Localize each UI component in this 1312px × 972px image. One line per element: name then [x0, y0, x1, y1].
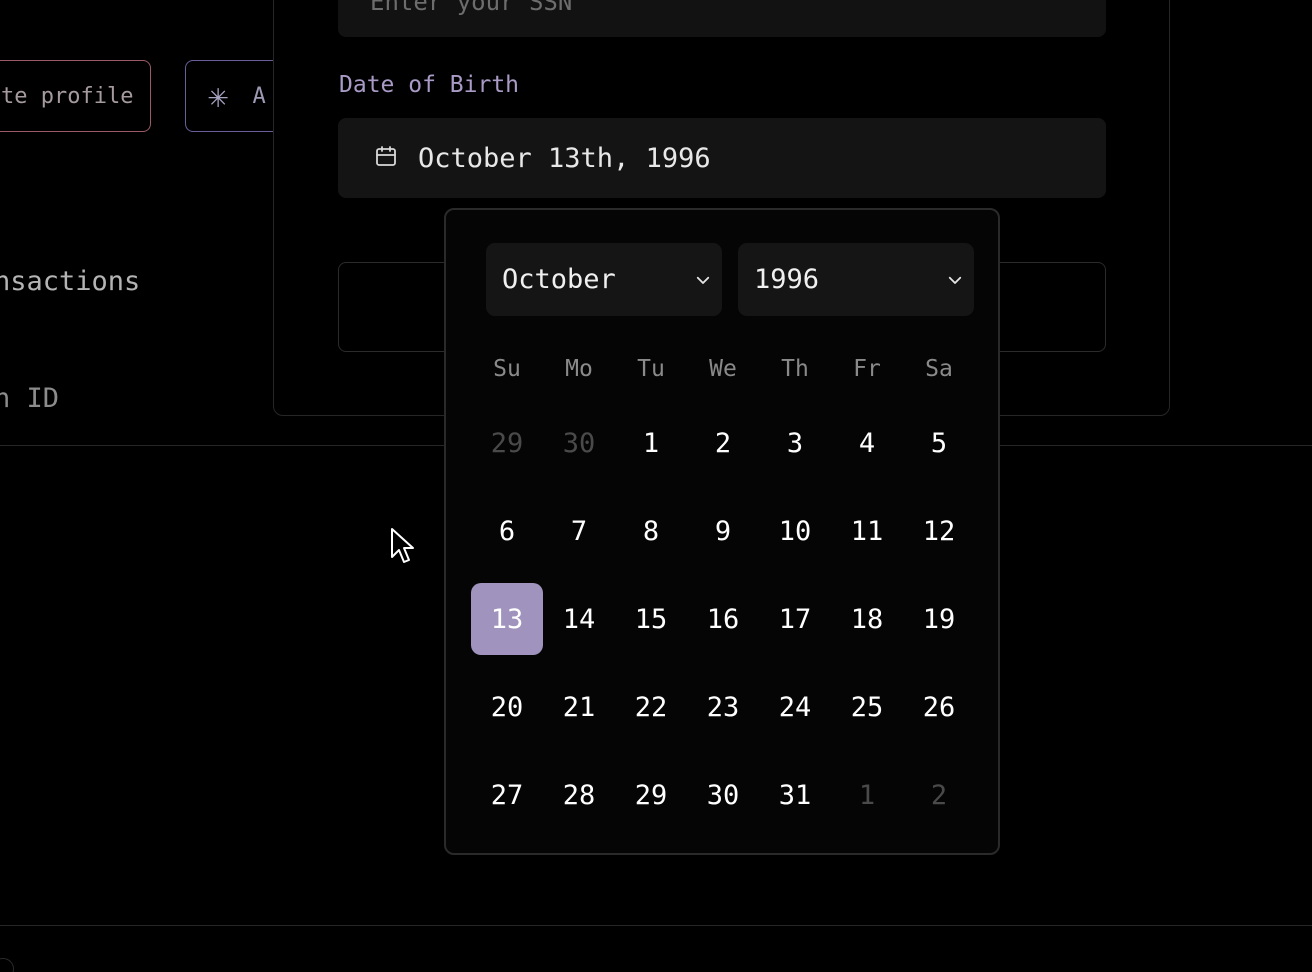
- calendar-day[interactable]: 6: [471, 495, 543, 567]
- update-profile-button[interactable]: te profile: [0, 60, 151, 132]
- calendar-day[interactable]: 29: [615, 759, 687, 831]
- calendar-day[interactable]: 18: [831, 583, 903, 655]
- calendar-day[interactable]: 23: [687, 671, 759, 743]
- calendar-day-outside[interactable]: 29: [471, 407, 543, 479]
- calendar-day[interactable]: 16: [687, 583, 759, 655]
- calendar-icon: [374, 144, 398, 172]
- calendar-day[interactable]: 31: [759, 759, 831, 831]
- calendar-day[interactable]: 25: [831, 671, 903, 743]
- month-select-value: October: [502, 264, 616, 295]
- calendar-day[interactable]: 19: [903, 583, 975, 655]
- transaction-id-label: n ID: [0, 383, 60, 414]
- calendar-day-selected[interactable]: 13: [471, 583, 543, 655]
- dob-value: October 13th, 1996: [418, 142, 711, 174]
- calendar-day[interactable]: 21: [543, 671, 615, 743]
- calendar-day[interactable]: 9: [687, 495, 759, 567]
- asterisk-button-label: A: [252, 83, 266, 109]
- chevron-down-icon: [944, 269, 966, 291]
- chevron-down-icon: [692, 269, 714, 291]
- calendar-day[interactable]: 8: [615, 495, 687, 567]
- calendar-day[interactable]: 26: [903, 671, 975, 743]
- update-profile-label: te profile: [1, 83, 134, 109]
- calendar-day[interactable]: 30: [687, 759, 759, 831]
- weekday-header: Th: [781, 356, 809, 382]
- weekday-header: Su: [493, 356, 521, 382]
- calendar-day[interactable]: 5: [903, 407, 975, 479]
- calendar-day-outside[interactable]: 1: [831, 759, 903, 831]
- calendar-day-outside[interactable]: 2: [903, 759, 975, 831]
- calendar-day[interactable]: 2: [687, 407, 759, 479]
- avatar: [0, 958, 14, 972]
- calendar-day[interactable]: 14: [543, 583, 615, 655]
- transactions-heading: nsactions: [0, 266, 141, 297]
- calendar-day[interactable]: 12: [903, 495, 975, 567]
- weekday-header: Mo: [565, 356, 593, 382]
- calendar-day[interactable]: 15: [615, 583, 687, 655]
- dob-date-picker-trigger[interactable]: October 13th, 1996: [338, 118, 1106, 198]
- calendar-day[interactable]: 4: [831, 407, 903, 479]
- calendar-day-outside[interactable]: 30: [543, 407, 615, 479]
- calendar-popover: October 1996 Su Mo Tu We Th Fr Sa 29 30 …: [444, 208, 1000, 855]
- calendar-day[interactable]: 27: [471, 759, 543, 831]
- ssn-placeholder: Enter your SSN: [370, 0, 573, 16]
- weekday-header: Sa: [925, 356, 953, 382]
- year-select[interactable]: 1996: [738, 243, 974, 316]
- screen: te profile ✳ A nsactions n ID Enter your…: [0, 0, 1312, 972]
- asterisk-icon: ✳: [208, 76, 229, 116]
- mouse-pointer-icon: [390, 527, 416, 569]
- calendar-day[interactable]: 1: [615, 407, 687, 479]
- ssn-input[interactable]: Enter your SSN: [338, 0, 1106, 37]
- calendar-day[interactable]: 10: [759, 495, 831, 567]
- month-select[interactable]: October: [486, 243, 722, 316]
- dob-label: Date of Birth: [339, 72, 520, 98]
- calendar-day[interactable]: 17: [759, 583, 831, 655]
- year-select-value: 1996: [754, 264, 820, 295]
- calendar-day[interactable]: 28: [543, 759, 615, 831]
- calendar-day[interactable]: 20: [471, 671, 543, 743]
- weekday-header: Fr: [853, 356, 881, 382]
- weekday-header: Tu: [637, 356, 665, 382]
- weekday-header: We: [709, 356, 737, 382]
- divider: [0, 925, 1312, 926]
- calendar-day[interactable]: 11: [831, 495, 903, 567]
- calendar-day[interactable]: 7: [543, 495, 615, 567]
- calendar-day[interactable]: 22: [615, 671, 687, 743]
- calendar-day[interactable]: 3: [759, 407, 831, 479]
- calendar-day[interactable]: 24: [759, 671, 831, 743]
